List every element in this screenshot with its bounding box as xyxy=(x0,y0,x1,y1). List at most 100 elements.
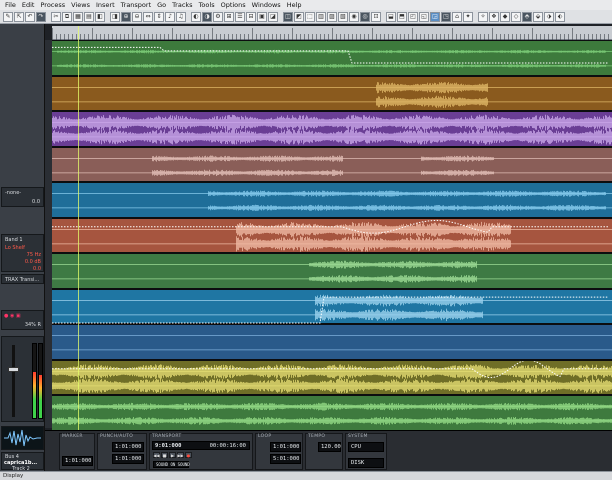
display-mode[interactable]: Display xyxy=(0,473,23,479)
audio-track-1[interactable] xyxy=(52,40,612,76)
toolbar-button-38[interactable]: ◲ xyxy=(430,11,440,22)
toolbar-button-22[interactable]: ⊟ xyxy=(246,11,256,22)
toolbar-button-40[interactable]: ⌂ xyxy=(452,11,462,22)
toolbar-button-32[interactable]: ◎ xyxy=(360,11,370,22)
menu-views[interactable]: Views xyxy=(68,0,93,10)
transport-clock[interactable]: 00:00:16:00 xyxy=(210,442,246,450)
toolbar-button-9[interactable]: ◧ xyxy=(95,11,105,22)
menu-tools[interactable]: Tools xyxy=(196,0,218,10)
play-button[interactable]: ▶ xyxy=(169,452,176,458)
toolbar-button-16[interactable]: ♫ xyxy=(176,11,186,22)
audio-track-8[interactable] xyxy=(52,288,612,324)
audio-track-4[interactable] xyxy=(52,146,612,182)
toolbar-button-15[interactable]: ♪ xyxy=(165,11,175,22)
toolbar-button-42[interactable]: ✧ xyxy=(478,11,488,22)
toolbar-button-46[interactable]: ⬘ xyxy=(522,11,532,22)
menu-options[interactable]: Options xyxy=(218,0,249,10)
audio-track-2[interactable] xyxy=(52,75,612,111)
toolbar-button-48[interactable]: ⬗ xyxy=(544,11,554,22)
toolbar-button-34[interactable]: ⬓ xyxy=(386,11,396,22)
stop-button[interactable]: ■ xyxy=(161,452,168,458)
toolbar-button-13[interactable]: ⇔ xyxy=(143,11,153,22)
record-icon[interactable]: ● ◉ ▣ xyxy=(4,313,21,319)
toolbar-button-12[interactable]: ⊖ xyxy=(132,11,142,22)
toolbar-button-28[interactable]: ▥ xyxy=(316,11,326,22)
toolbar-button-41[interactable]: ✦ xyxy=(463,11,473,22)
toolbar-button-17[interactable]: ◐ xyxy=(191,11,201,22)
menu-process[interactable]: Process xyxy=(37,0,68,10)
menu-insert[interactable]: Insert xyxy=(93,0,118,10)
toolbar-button-11[interactable]: ⊕ xyxy=(121,11,131,22)
fx-name[interactable]: TRAX Transi... xyxy=(5,277,39,283)
toolbar-button-1[interactable]: ✎ xyxy=(3,11,13,22)
toolbar-button-39[interactable]: ◳ xyxy=(441,11,451,22)
audio-track-3[interactable] xyxy=(52,111,612,147)
toolbar-button-19[interactable]: ⚙ xyxy=(213,11,223,22)
toolbar-button-2[interactable]: ⇱ xyxy=(14,11,24,22)
toolbar-button-20[interactable]: ⊞ xyxy=(224,11,234,22)
toolbar-button-43[interactable]: ❖ xyxy=(489,11,499,22)
record-mode[interactable]: SOUND ON SOUND xyxy=(153,461,190,468)
fx-slot[interactable]: TRAX Transi... xyxy=(1,274,44,284)
toolbar-button-5[interactable]: ✂ xyxy=(51,11,61,22)
input-dropdown[interactable]: -none- xyxy=(5,190,21,196)
toolbar-button-7[interactable]: ▦ xyxy=(73,11,83,22)
playhead-cursor[interactable] xyxy=(78,26,79,430)
transport-now-time[interactable]: 9:01:000 xyxy=(155,443,182,449)
toolbar-button-6[interactable]: ⧉ xyxy=(62,11,72,22)
eq-band-label[interactable]: Band 1 xyxy=(5,237,23,243)
menu-transport[interactable]: Transport xyxy=(118,0,155,10)
toolbar-button-30[interactable]: ▧ xyxy=(338,11,348,22)
menu-go[interactable]: Go xyxy=(154,0,169,10)
toolbar-button-36[interactable]: ◰ xyxy=(408,11,418,22)
eq-freq[interactable]: 75 Hz xyxy=(27,252,41,258)
toolbar-button-24[interactable]: ◪ xyxy=(268,11,278,22)
toolbar-button-31[interactable]: ◉ xyxy=(349,11,359,22)
toolbar-button-47[interactable]: ⬙ xyxy=(533,11,543,22)
audio-track-11[interactable] xyxy=(52,395,612,430)
forward-button[interactable]: ▶▶ xyxy=(177,452,184,458)
eq-shelf-label[interactable]: Lo Shelf xyxy=(5,245,25,251)
menu-file[interactable]: File xyxy=(2,0,19,10)
pan-value[interactable]: 34% R xyxy=(25,322,41,328)
audio-track-5[interactable] xyxy=(52,182,612,218)
toolbar-button-49[interactable]: ⬖ xyxy=(555,11,565,22)
toolbar-button-45[interactable]: ◇ xyxy=(511,11,521,22)
eq-gain[interactable]: 0.0 dB xyxy=(25,259,41,265)
toolbar-button-33[interactable]: ⊡ xyxy=(371,11,381,22)
toolbar-button-35[interactable]: ⬒ xyxy=(397,11,407,22)
input-selector[interactable]: -none- 0.0 xyxy=(1,187,44,207)
toolbar-button-37[interactable]: ◱ xyxy=(419,11,429,22)
toolbar-button-44[interactable]: ◆ xyxy=(500,11,510,22)
toolbar-button-27[interactable]: ⬚ xyxy=(305,11,315,22)
audio-track-9[interactable] xyxy=(52,324,612,360)
tempo-display[interactable]: 120.00 xyxy=(318,442,341,452)
loop-end-display[interactable]: 5:01:000 xyxy=(270,454,301,464)
record-button[interactable]: ● xyxy=(185,452,192,458)
toolbar-button-8[interactable]: ▤ xyxy=(84,11,94,22)
timeline-ruler[interactable] xyxy=(52,26,612,40)
toolbar-button-21[interactable]: ☰ xyxy=(235,11,245,22)
punch-in-display[interactable]: 1:01:000 xyxy=(112,442,144,452)
rewind-button[interactable]: ◀◀ xyxy=(153,452,160,458)
menu-edit[interactable]: Edit xyxy=(19,0,38,10)
toolbar-button-23[interactable]: ▣ xyxy=(257,11,267,22)
eq-q[interactable]: 0.0 xyxy=(33,266,41,272)
toolbar-button-29[interactable]: ▨ xyxy=(327,11,337,22)
audio-track-10[interactable] xyxy=(52,359,612,395)
menu-windows[interactable]: Windows xyxy=(249,0,284,10)
toolbar-button-3[interactable]: ↶ xyxy=(25,11,35,22)
toolbar-button-4[interactable]: ↷ xyxy=(36,11,46,22)
punch-out-display[interactable]: 1:01:000 xyxy=(112,454,144,464)
audio-track-7[interactable] xyxy=(52,253,612,289)
toolbar-button-26[interactable]: ◩ xyxy=(294,11,304,22)
toolbar-button-14[interactable]: ⇕ xyxy=(154,11,164,22)
audio-track-6[interactable] xyxy=(52,217,612,253)
menu-tracks[interactable]: Tracks xyxy=(169,0,195,10)
loop-start-display[interactable]: 1:01:000 xyxy=(270,442,301,452)
toolbar-button-10[interactable]: ◨ xyxy=(110,11,120,22)
toolbar-button-25[interactable]: ◫ xyxy=(283,11,293,22)
menu-help[interactable]: Help xyxy=(284,0,305,10)
volume-fader-handle[interactable] xyxy=(8,367,19,372)
toolbar-button-18[interactable]: ◑ xyxy=(202,11,212,22)
